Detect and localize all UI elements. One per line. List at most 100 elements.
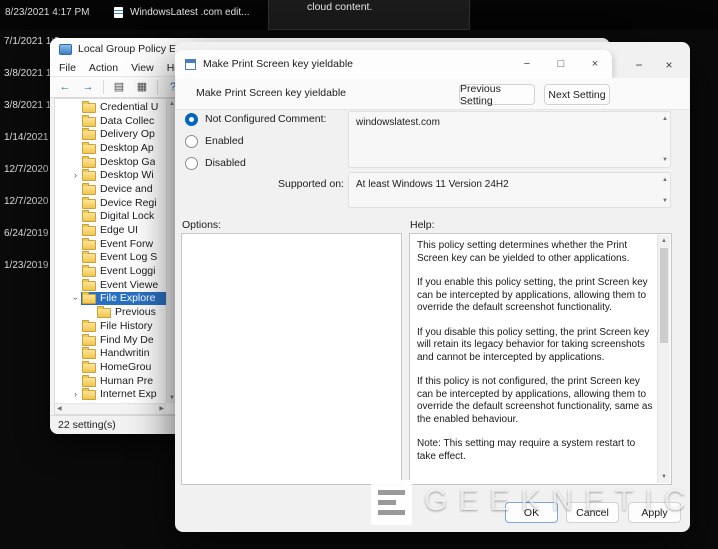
minimize-icon[interactable]: − [624,54,654,76]
tree-item-file-explore[interactable]: › File Explore [55,291,166,306]
tree-item-desktop-ap[interactable]: Desktop Ap [55,141,166,155]
help-paragraph: If this policy is not configured, the pr… [417,376,653,425]
close-icon[interactable]: × [578,51,612,77]
tree-item-homegrou[interactable]: HomeGrou [55,360,166,374]
tree-item-desktop-wi[interactable]: › Desktop Wi [55,168,166,182]
folder-icon [82,319,96,332]
tree-item-label: Handwritin [100,347,150,360]
next-setting-button[interactable]: Next Setting [544,84,610,105]
tree-item-label: File Explore [100,292,156,305]
tree-item-edge-ui[interactable]: Edge UI [55,223,166,237]
chevron-right-icon[interactable]: › [70,170,81,180]
tree-item-desktop-ga[interactable]: Desktop Ga [55,155,166,169]
radio-icon[interactable] [185,134,198,148]
tree-item-label: Previous [115,306,156,319]
comment-label: Comment: [278,113,327,125]
help-panel: This policy setting determines whether t… [409,233,672,485]
dialog-header: Make Print Screen key yieldable Previous… [176,78,689,110]
tree-item-digital-lock[interactable]: Digital Lock [55,210,166,224]
scroll-down-icon[interactable]: ▼ [661,474,667,480]
tree-item-credential-u[interactable]: Credential U [55,100,166,114]
help-paragraph: If you enable this policy setting, the p… [417,277,648,313]
radio-option-disabled[interactable]: Disabled [185,152,276,174]
scroll-left-icon[interactable]: ◀ [57,406,62,412]
scroll-up-icon[interactable]: ▲ [662,177,668,183]
document-icon [114,7,123,18]
tree-item-label: Event Loggi [100,265,156,278]
show-console-tree-icon[interactable]: ▤ [111,81,127,93]
tree-horizontal-scrollbar[interactable]: ◀ ▶ [55,403,166,414]
export-list-icon[interactable]: ▦ [134,81,150,93]
scroll-down-icon[interactable]: ▼ [662,198,668,204]
menu-view[interactable]: View [131,62,154,74]
folder-icon [82,333,96,346]
tree-item-event-viewe[interactable]: Event Viewe [55,278,166,292]
tree-item-data-collec[interactable]: Data Collec [55,114,166,128]
chevron-right-icon[interactable]: › [70,389,81,399]
folder-icon [97,306,111,319]
tree-item-handwritin[interactable]: Handwritin [55,346,166,360]
folder-icon [82,182,96,195]
tree-item-human-pre[interactable]: Human Pre [55,374,166,388]
close-icon[interactable]: × [654,54,684,76]
folder-icon [82,347,96,360]
tree-item-device-regi[interactable]: Device Regi [55,196,166,210]
previous-setting-button[interactable]: Previous Setting [459,83,535,107]
folder-icon [82,265,96,278]
folder-icon [82,251,96,264]
minimize-icon[interactable]: − [510,51,544,77]
tree-item-event-forw[interactable]: Event Forw [55,237,166,251]
tree-item-label: Internet Exp [100,388,157,401]
folder-icon [82,196,96,209]
comment-input[interactable]: windowslatest.com [348,111,671,168]
back-icon[interactable]: ← [57,81,73,93]
watermark-text: GEEKNETIC [424,484,697,517]
folder-icon [82,100,96,113]
help-label: Help: [410,219,435,231]
folder-icon [82,360,96,373]
scroll-up-icon[interactable]: ▲ [661,238,667,244]
radio-icon[interactable] [185,156,198,170]
tree-item-label: Delivery Op [100,128,155,141]
tree-item-find-my-de[interactable]: Find My De [55,333,166,347]
gpe-tree-pane: Credential U Data Collec Delivery Op Deskto… [54,98,178,415]
tooltip-text: cloud content. [307,1,373,13]
folder-icon [82,155,96,168]
folder-icon [82,388,96,401]
tree-item-event-loggi[interactable]: Event Loggi [55,264,166,278]
menu-file[interactable]: File [59,62,76,74]
radio-label: Disabled [205,157,246,169]
tree-item-file-history[interactable]: File History [55,319,166,333]
tree-item-label: Desktop Wi [100,169,154,182]
tree-item-label: Desktop Ap [100,141,154,154]
scroll-up-icon[interactable]: ▲ [662,116,668,122]
desktop-top-strip: 8/23/2021 4:17 PM WindowsLatest .com edi… [0,0,718,30]
tree-item-internet-exp[interactable]: › Internet Exp [55,387,166,401]
help-paragraph: This policy setting determines whether t… [417,240,630,264]
folder-icon [82,237,96,250]
dialog-icon [185,58,196,70]
timestamp-text: 8/23/2021 4:17 PM [5,7,90,18]
tree-item-delivery-op[interactable]: Delivery Op [55,127,166,141]
gpe-tree: Credential U Data Collec Delivery Op Deskto… [55,100,166,401]
chevron-down-icon[interactable]: › [71,293,81,304]
maximize-icon[interactable]: □ [544,51,578,77]
menu-action[interactable]: Action [89,62,118,74]
folder-icon [82,292,96,305]
forward-icon[interactable]: → [80,81,96,93]
radio-option-not-configured[interactable]: Not Configured [185,108,276,130]
scroll-down-icon[interactable]: ▼ [662,157,668,163]
help-scrollbar[interactable]: ▲ ▼ [657,235,670,483]
radio-icon[interactable] [185,112,198,126]
tree-item-device-and[interactable]: Device and [55,182,166,196]
scrollbar-thumb[interactable] [660,248,668,343]
radio-option-enabled[interactable]: Enabled [185,130,276,152]
screen: 8/23/2021 4:17 PM WindowsLatest .com edi… [0,0,718,549]
tree-item-label: Data Collec [100,114,155,127]
scroll-right-icon[interactable]: ▶ [159,406,164,412]
tree-item-label: Digital Lock [100,210,155,223]
tree-item-event-log-s[interactable]: Event Log S [55,251,166,265]
help-paragraph: If you disable this policy setting, the … [417,326,650,363]
tree-item-previous[interactable]: Previous [55,305,166,319]
dialog-titlebar[interactable]: Make Print Screen key yieldable − □ × [175,50,612,78]
